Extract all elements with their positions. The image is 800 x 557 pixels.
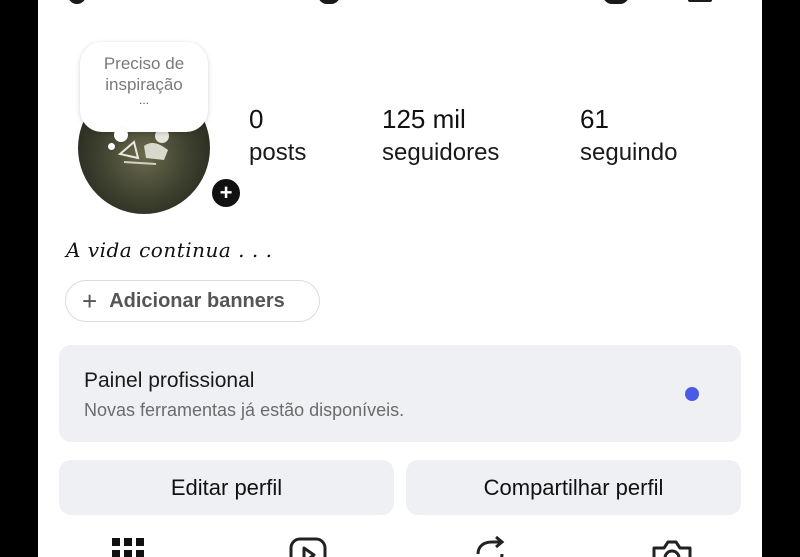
stat-following[interactable]: 61 seguindo: [580, 104, 677, 168]
profile-screen: + Preciso de inspiração ... 0 posts 125 …: [38, 0, 762, 557]
plus-icon: +: [82, 286, 98, 316]
note-bubble[interactable]: Preciso de inspiração ...: [80, 42, 208, 132]
username-remnant: [318, 0, 340, 4]
stat-posts[interactable]: 0 posts: [249, 104, 306, 168]
note-line-1: Preciso de: [103, 54, 185, 73]
followers-label: seguidores: [382, 139, 500, 166]
menu-icon[interactable]: [688, 0, 712, 2]
edit-profile-button[interactable]: Editar perfil: [59, 460, 394, 515]
threads-icon[interactable]: [603, 0, 629, 4]
top-bar: [38, 0, 762, 10]
notification-dot-icon: [685, 387, 699, 401]
posts-count: 0: [249, 104, 264, 134]
back-icon[interactable]: [68, 0, 86, 4]
following-count: 61: [580, 104, 609, 134]
followers-count: 125 mil: [382, 104, 466, 134]
add-banners-label: Adicionar banners: [109, 289, 285, 312]
note-line-2: inspiração: [105, 75, 183, 94]
add-banners-button[interactable]: + Adicionar banners: [65, 280, 320, 322]
grid-icon[interactable]: [110, 536, 146, 557]
note-tail-small: [108, 143, 115, 150]
plus-icon: +: [219, 180, 233, 205]
dashboard-title: Painel profissional: [84, 369, 255, 392]
reels-icon[interactable]: [288, 536, 328, 557]
stat-followers[interactable]: 125 mil seguidores: [382, 104, 499, 168]
professional-dashboard[interactable]: Painel profissional Novas ferramentas já…: [59, 345, 741, 442]
note-dots: ...: [138, 93, 149, 107]
following-label: seguindo: [580, 139, 678, 166]
tagged-icon[interactable]: [650, 536, 694, 557]
add-story-button[interactable]: +: [209, 176, 243, 210]
dashboard-subtitle: Novas ferramentas já estão disponíveis.: [84, 400, 405, 420]
share-profile-button[interactable]: Compartilhar perfil: [406, 460, 741, 515]
posts-label: posts: [249, 139, 307, 166]
reposts-icon[interactable]: [470, 536, 510, 557]
note-tail: [114, 128, 128, 142]
bio-text: A vida continua . . .: [66, 238, 273, 262]
